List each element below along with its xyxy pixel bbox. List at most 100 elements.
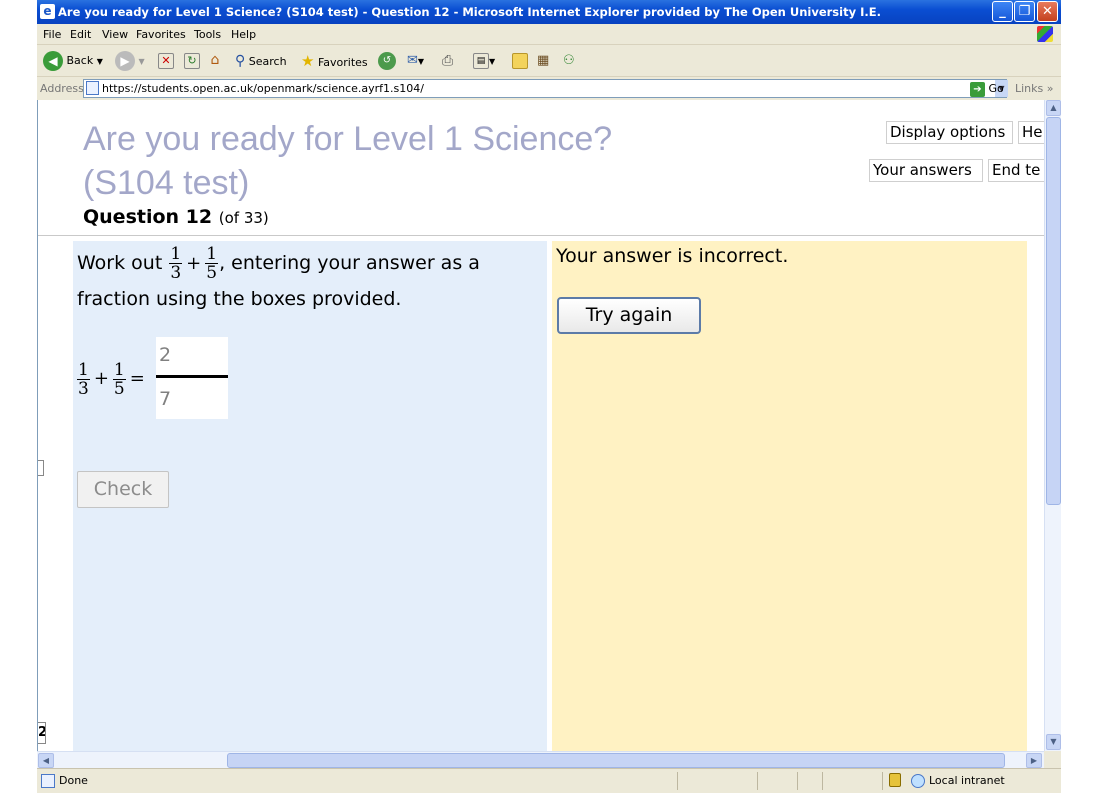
fraction-denominator: 5 [206,263,218,283]
fraction-numerator: 1 [77,360,90,380]
research-icon: ▦ [537,53,550,68]
scroll-down-icon[interactable]: ▼ [1046,734,1061,750]
feedback-panel: Your answer is incorrect. Try again [552,241,1027,751]
fraction-numerator: 1 [169,244,183,264]
address-bar: Address https://students.open.ac.uk/open… [37,77,1061,100]
quiz-title: Are you ready for Level 1 Science? (S104… [83,117,703,205]
browser-window: e Are you ready for Level 1 Science? (S1… [37,0,1061,793]
links-label: Links [1015,82,1044,95]
page-done-icon [41,774,55,788]
back-arrow-icon: ◀ [43,51,63,71]
scroll-up-icon[interactable]: ▲ [1046,100,1061,116]
menu-edit[interactable]: Edit [70,24,91,45]
status-done: Done [39,769,88,793]
print-button[interactable]: ⎙ [442,50,453,72]
question-label: Question 12 [83,206,213,228]
search-button[interactable]: ⚲ Search [235,50,287,72]
denominator-input[interactable] [156,380,228,418]
windows-logo-icon [1037,26,1053,42]
back-button[interactable]: ◀ Back ▼ [43,50,103,72]
page-icon [86,81,99,95]
fraction-denominator: 3 [170,263,182,283]
search-label: Search [248,55,287,68]
address-input[interactable]: https://students.open.ac.uk/openmark/sci… [83,79,1007,98]
question-panel: Work out 1 3 +1 5, entering your answer as … [73,241,547,751]
stop-button[interactable]: ✕ [158,50,174,72]
research-button[interactable]: ▦ [537,50,549,72]
question-prefix: Work out [77,252,163,274]
fraction-numerator: 1 [112,360,126,380]
mail-button[interactable]: ✉▼ [407,50,424,72]
status-separator [882,772,883,790]
go-label: Go [988,82,1004,95]
horizontal-scrollbar[interactable]: ◀ ▶ [37,751,1044,768]
display-options-button[interactable]: Display options [886,121,1013,144]
edit-icon: ▤ [473,53,489,69]
equation: 1 3 +1 5 = [76,354,148,404]
refresh-button[interactable]: ↻ [184,50,200,72]
fraction-one-third: 13 [77,361,90,398]
scroll-left-icon[interactable]: ◀ [38,753,54,768]
quiz-title-line2: (S104 test) [83,164,250,202]
search-icon: ⚲ [235,53,246,69]
go-button[interactable]: ➔ Go [970,77,1004,100]
status-zone: Local intranet [909,769,1005,793]
plus-sign: + [93,368,109,389]
vertical-scrollbar[interactable]: ▲ ▼ [1044,100,1061,751]
your-answers-button[interactable]: Your answers [869,159,983,182]
forward-button[interactable]: ▶ ▼ [115,50,145,72]
menu-favorites[interactable]: Favorites [136,24,186,45]
messenger-button[interactable]: ⚇ [563,50,575,72]
left-edge-fragment [38,460,44,476]
minimize-button[interactable]: _ [992,1,1013,22]
answer-fraction [156,337,228,419]
folder-button[interactable] [512,50,528,72]
history-button[interactable]: ↺ [378,50,396,72]
fraction-one-fifth: 15 [112,360,126,398]
end-test-button[interactable]: End te [988,159,1044,182]
question-heading: Question 12 (of 33) [83,206,269,228]
intranet-icon [911,774,925,788]
maximize-button[interactable]: ❐ [1014,1,1035,22]
check-button[interactable]: Check [77,471,169,508]
fraction-denominator: 3 [78,379,89,399]
question-count: (of 33) [218,209,269,227]
left-edge-fragment-text: 2 [38,722,46,744]
address-label: Address [40,82,84,95]
refresh-icon: ↻ [184,53,200,69]
horizontal-scroll-thumb[interactable] [227,753,1005,768]
try-again-button[interactable]: Try again [557,297,701,334]
quiz-title-line1: Are you ready for Level 1 Science? [83,120,613,158]
menu-file[interactable]: File [43,24,61,45]
status-separator [757,772,758,790]
numerator-input[interactable] [156,337,228,373]
folder-icon [512,53,528,69]
star-icon: ★ [301,52,315,70]
title-bar[interactable]: e Are you ready for Level 1 Science? (S1… [37,0,1061,24]
favorites-button[interactable]: ★ Favorites [301,50,368,72]
home-icon: ⌂ [210,52,220,68]
plus-sign: + [186,253,202,274]
scroll-corner [1044,751,1061,768]
forward-arrow-icon: ▶ [115,51,135,71]
page: e Are you ready for Level 1 Science? (S1… [0,0,1098,793]
help-button[interactable]: He [1018,121,1044,144]
status-separator [822,772,823,790]
menu-view[interactable]: View [102,24,128,45]
menu-tools[interactable]: Tools [194,24,221,45]
mail-icon: ✉ [407,53,418,68]
fraction-numerator: 1 [205,244,219,264]
favorites-label: Favorites [317,56,368,69]
print-icon: ⎙ [442,53,454,69]
home-button[interactable]: ⌂ [207,50,223,72]
scroll-right-icon[interactable]: ▶ [1026,753,1042,768]
status-separator [677,772,678,790]
links-button[interactable]: Links » [1015,77,1054,100]
forward-dropdown-icon: ▼ [138,57,145,66]
mail-dropdown-icon: ▼ [417,57,425,66]
menu-help[interactable]: Help [231,24,256,45]
edit-button[interactable]: ▤ ▼ [473,50,495,72]
vertical-scroll-thumb[interactable] [1046,117,1061,505]
question-text: Work out 1 3 +1 5, entering your answer as … [77,245,543,317]
close-button[interactable]: ✕ [1037,1,1058,22]
